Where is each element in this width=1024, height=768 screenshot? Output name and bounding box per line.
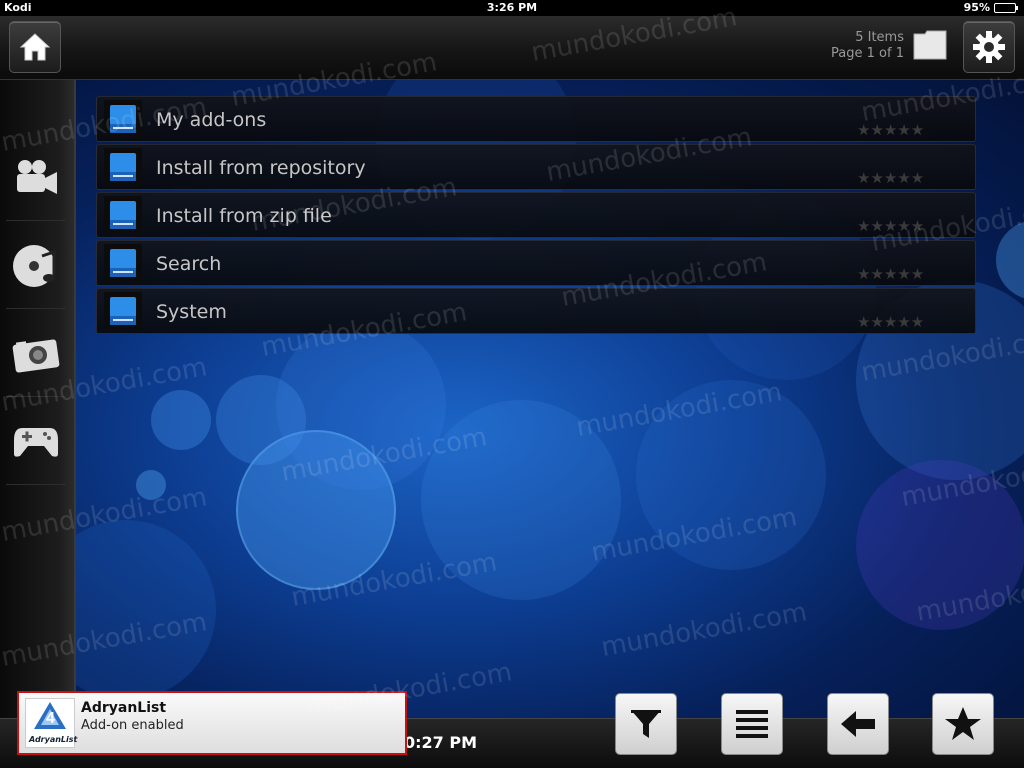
rating-stars: ★★★★★ <box>857 265 925 283</box>
camera-icon <box>12 338 60 373</box>
addon-folder-icon <box>104 148 142 186</box>
list-item[interactable]: My add-ons ★★★★★ <box>96 96 976 142</box>
item-info: 5 Items Page 1 of 1 <box>831 30 904 62</box>
addon-menu-list: My add-ons ★★★★★ Install from repository… <box>96 96 976 336</box>
rating-stars: ★★★★★ <box>857 169 925 187</box>
list-item-label: Install from zip file <box>156 205 332 227</box>
arrow-left-icon <box>841 711 875 737</box>
sidebar-item-pictures[interactable] <box>6 311 66 397</box>
status-bar: Kodi 3:26 PM 95% <box>0 0 1024 16</box>
bottom-clock: 0:27 PM <box>404 733 478 752</box>
sidebar <box>0 80 76 718</box>
star-icon <box>945 707 981 740</box>
status-clock: 3:26 PM <box>486 1 538 14</box>
video-camera-icon <box>17 159 57 194</box>
filter-button[interactable] <box>615 693 677 755</box>
addon-folder-icon <box>104 100 142 138</box>
adryanlist-logo: 4 AdryanList <box>25 698 78 748</box>
page-indicator: Page 1 of 1 <box>831 46 904 61</box>
battery-icon <box>994 2 1018 13</box>
filter-icon <box>631 710 661 738</box>
list-icon <box>736 710 768 738</box>
battery-percent: 95% <box>963 1 990 14</box>
addon-notification[interactable]: 4 AdryanList AdryanList Add-on enabled <box>17 691 407 755</box>
list-item[interactable]: Search ★★★★★ <box>96 240 976 286</box>
battery-status: 95% <box>963 1 1018 14</box>
list-item-label: Search <box>156 253 222 275</box>
logo-text: AdryanList <box>29 735 78 744</box>
sidebar-item-games[interactable] <box>6 399 66 485</box>
svg-text:4: 4 <box>46 710 55 727</box>
sidebar-item-music[interactable] <box>6 223 66 309</box>
favourites-button[interactable] <box>932 693 994 755</box>
gamepad-icon <box>14 427 58 457</box>
list-item-label: System <box>156 301 227 323</box>
settings-button[interactable] <box>963 21 1015 73</box>
items-count: 5 Items <box>855 30 904 45</box>
rating-stars: ★★★★★ <box>857 217 925 235</box>
home-button[interactable] <box>9 21 61 73</box>
rating-stars: ★★★★★ <box>857 313 925 331</box>
addon-folder-icon <box>104 292 142 330</box>
list-item[interactable]: Install from repository ★★★★★ <box>96 144 976 190</box>
folder-icon <box>913 30 947 60</box>
list-view-button[interactable] <box>721 693 783 755</box>
addon-folder-icon <box>104 244 142 282</box>
music-disc-icon <box>13 244 56 287</box>
list-item-label: Install from repository <box>156 157 366 179</box>
top-bar: 5 Items Page 1 of 1 <box>0 16 1024 80</box>
back-button[interactable] <box>827 693 889 755</box>
sidebar-item-videos[interactable] <box>6 135 66 221</box>
addon-folder-icon <box>104 196 142 234</box>
notification-message: Add-on enabled <box>81 718 184 733</box>
list-item[interactable]: Install from zip file ★★★★★ <box>96 192 976 238</box>
list-item-label: My add-ons <box>156 109 267 131</box>
list-item[interactable]: System ★★★★★ <box>96 288 976 334</box>
home-icon <box>19 33 51 61</box>
rating-stars: ★★★★★ <box>857 121 925 139</box>
gear-icon <box>973 31 1005 63</box>
notification-title: AdryanList <box>81 700 167 716</box>
